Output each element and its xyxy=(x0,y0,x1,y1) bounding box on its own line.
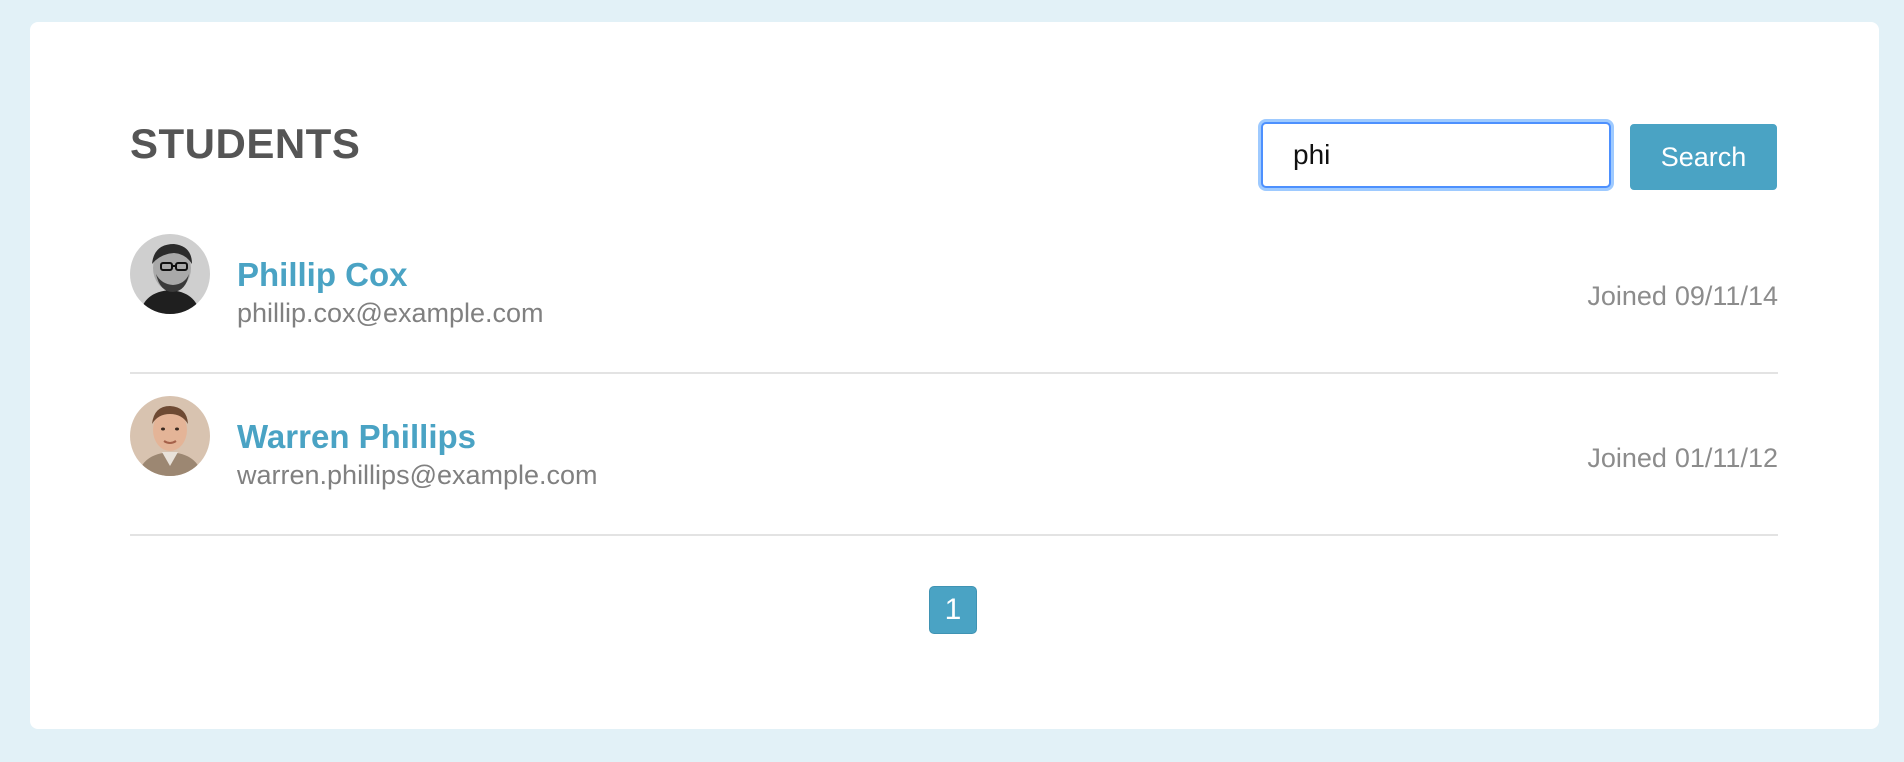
student-name[interactable]: Phillip Cox xyxy=(237,256,408,294)
student-row: Phillip Cox phillip.cox@example.com Join… xyxy=(130,212,1778,374)
student-name[interactable]: Warren Phillips xyxy=(237,418,476,456)
joined-label: Joined xyxy=(1587,281,1667,311)
student-email: phillip.cox@example.com xyxy=(237,298,544,328)
avatar xyxy=(130,234,210,314)
search-button[interactable]: Search xyxy=(1630,124,1777,190)
student-row: Warren Phillips warren.phillips@example.… xyxy=(130,374,1778,536)
joined-date: 01/11/12 xyxy=(1674,443,1778,473)
search-input[interactable] xyxy=(1261,122,1611,188)
avatar xyxy=(130,396,210,476)
joined-label: Joined xyxy=(1587,443,1667,473)
joined-info: Joined 01/11/12 xyxy=(1587,442,1778,474)
page-title: STUDENTS xyxy=(130,120,361,167)
page-button-1[interactable]: 1 xyxy=(929,586,977,634)
joined-date: 09/11/14 xyxy=(1674,281,1778,311)
student-email: warren.phillips@example.com xyxy=(237,460,598,490)
joined-info: Joined 09/11/14 xyxy=(1587,280,1778,312)
students-card: STUDENTS Search Phillip Cox phillip.cox@… xyxy=(30,22,1879,729)
student-list: Phillip Cox phillip.cox@example.com Join… xyxy=(130,212,1778,536)
pagination: 1 xyxy=(929,586,977,634)
